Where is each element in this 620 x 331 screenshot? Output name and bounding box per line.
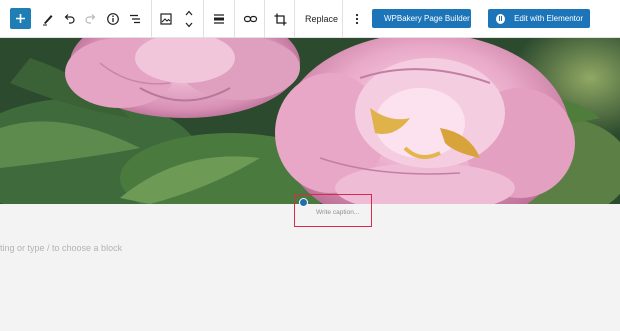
undo-icon: [64, 14, 75, 24]
toolbar-divider: [234, 0, 235, 38]
toolbar-divider: [203, 0, 204, 38]
move-up-icon: [185, 10, 193, 15]
image-icon: [160, 13, 172, 25]
more-options-button[interactable]: [349, 7, 365, 31]
wpbakery-label: WPBakery Page Builder: [384, 14, 470, 23]
crop-button[interactable]: [270, 7, 290, 31]
more-vertical-icon: [355, 13, 359, 25]
undo-button[interactable]: [60, 7, 78, 31]
caption-marker-dot: [299, 198, 308, 207]
toolbar-divider: [151, 0, 152, 38]
peony-photo: [0, 38, 620, 204]
replace-button[interactable]: Replace: [295, 9, 348, 29]
link-button[interactable]: [240, 7, 260, 31]
align-button[interactable]: [210, 7, 228, 31]
block-toolbar: Replace WPBakery Page Builder Edit with …: [0, 0, 620, 38]
align-icon: [214, 14, 224, 24]
pen-icon: [43, 15, 53, 26]
plus-icon: [16, 14, 25, 23]
caption-input[interactable]: Write caption...: [316, 209, 359, 216]
elementor-label: Edit with Elementor: [514, 14, 583, 23]
move-down-button[interactable]: [181, 18, 197, 31]
tools-button[interactable]: [39, 7, 57, 31]
elementor-icon: [496, 13, 506, 24]
toolbar-divider: [342, 0, 343, 38]
block-type-button[interactable]: [157, 7, 175, 31]
redo-button[interactable]: [82, 7, 100, 31]
link-icon: [243, 15, 257, 23]
block-appender-hint[interactable]: ting or type / to choose a block: [0, 243, 122, 253]
peony-image[interactable]: [0, 38, 620, 204]
move-down-icon: [185, 22, 193, 27]
wpbakery-button[interactable]: WPBakery Page Builder: [372, 9, 471, 28]
add-block-button[interactable]: [10, 8, 31, 29]
crop-icon: [274, 13, 286, 25]
elementor-button[interactable]: Edit with Elementor: [488, 9, 590, 28]
details-button[interactable]: [104, 7, 122, 31]
redo-icon: [85, 14, 96, 24]
toolbar-divider: [264, 0, 265, 38]
list-view-button[interactable]: [126, 7, 144, 31]
info-icon: [107, 13, 119, 25]
list-view-icon: [130, 14, 140, 24]
